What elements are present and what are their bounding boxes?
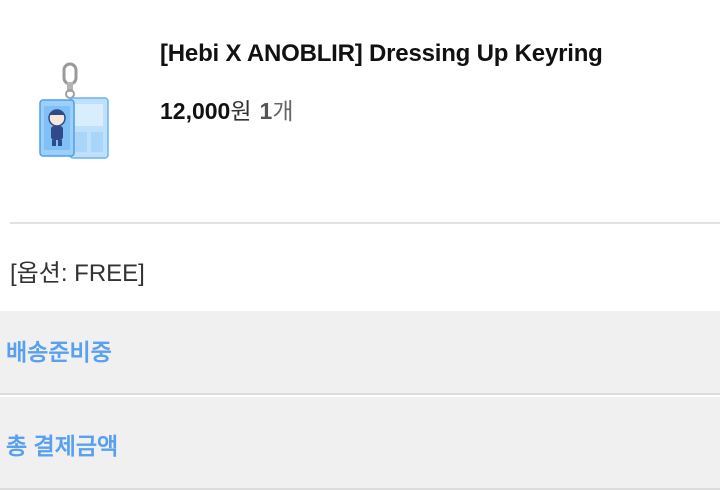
quantity-value: 1	[259, 98, 273, 124]
option-text: [옵션: FREE]	[10, 260, 145, 287]
quantity-unit: 개	[272, 98, 294, 124]
total-payment-label: 총 결제금액	[6, 433, 119, 459]
shipping-status-label: 배송준비중	[6, 339, 112, 365]
price-value: 12,000	[160, 98, 231, 124]
product-title[interactable]: [Hebi X ANOBLIR] Dressing Up Keyring	[160, 40, 603, 68]
acrylic-keyring-icon	[39, 62, 109, 159]
product-thumbnail[interactable]	[30, 60, 120, 162]
shipping-status-panel: 배송준비중	[0, 311, 720, 395]
price-line: 12,000원 1개	[160, 92, 294, 126]
total-payment-panel: 총 결제금액	[0, 397, 720, 490]
divider	[10, 222, 720, 224]
currency-unit: 원	[230, 98, 252, 124]
order-item: [Hebi X ANOBLIR] Dressing Up Keyring 12,…	[0, 0, 720, 222]
